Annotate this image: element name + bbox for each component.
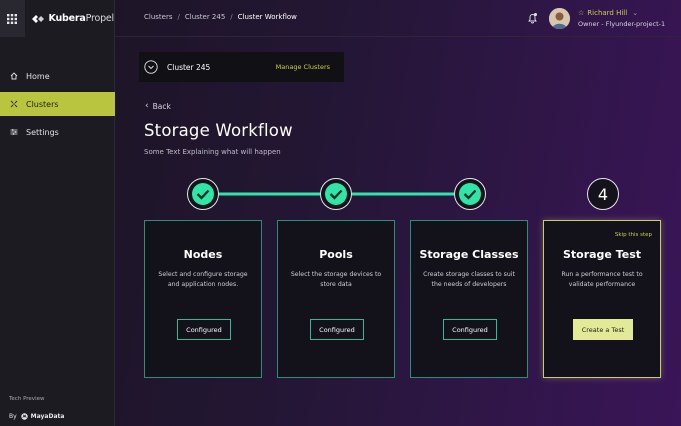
grid-icon — [7, 13, 18, 24]
breadcrumb-separator: / — [230, 13, 233, 21]
breadcrumb-item-cluster[interactable]: Cluster 245 — [185, 13, 225, 21]
clusters-icon — [10, 100, 18, 108]
card-description-line: the needs of developers — [431, 281, 507, 288]
card-title: Pools — [319, 248, 353, 261]
sidebar-item-settings[interactable]: Settings — [0, 120, 115, 144]
breadcrumb: Clusters / Cluster 245 / Cluster Workflo… — [144, 13, 297, 21]
sidebar-nav: Home Clusters Settings — [0, 64, 115, 148]
company-name: MayaData — [30, 413, 65, 420]
user-name-text: Richard Hill — [587, 9, 628, 17]
chevron-left-icon: ‹ — [145, 101, 149, 111]
brand-name-bold: Kubera — [48, 13, 86, 24]
sidebar-item-label: Settings — [26, 127, 59, 137]
page-subtitle: Some Text Explaining what will happen — [144, 148, 281, 156]
configured-button[interactable]: Configured — [443, 319, 497, 340]
sidebar-item-home[interactable]: Home — [0, 64, 115, 88]
card-title: Storage Classes — [419, 248, 519, 261]
skip-step-link[interactable]: Skip this step — [615, 232, 652, 238]
sidebar-item-clusters[interactable]: Clusters — [0, 92, 115, 116]
card-storage-classes: Storage Classes Create storage classes t… — [410, 220, 528, 378]
sidebar-item-label: Clusters — [26, 99, 59, 109]
avatar-image — [549, 8, 570, 29]
powered-by: By MayaData — [9, 413, 64, 420]
create-test-button[interactable]: Create a Test — [573, 319, 633, 340]
cluster-selector[interactable]: Cluster 245 Manage Clusters — [139, 52, 344, 82]
avatar[interactable] — [549, 8, 570, 29]
back-link[interactable]: ‹ Back — [145, 101, 171, 111]
card-description: Run a performance test to validate perfo… — [552, 270, 652, 290]
card-description-line: and application nodes. — [167, 281, 239, 288]
page-title: Storage Workflow — [144, 121, 293, 140]
star-icon: ☆ — [578, 9, 585, 17]
chevron-down-circle-icon[interactable] — [144, 60, 158, 74]
card-nodes: Nodes Select and configure storage and a… — [144, 220, 262, 378]
card-description-line: Run a performance test to — [561, 271, 643, 278]
app-grid-button[interactable] — [0, 0, 25, 37]
step-1-complete — [187, 178, 219, 210]
card-description-line: Select and configure storage — [158, 271, 248, 278]
user-name[interactable]: ☆ Richard Hill ⌄ — [578, 9, 638, 17]
step-2-complete — [320, 178, 352, 210]
card-description: Select and configure storage and applica… — [153, 270, 253, 290]
card-description: Create storage classes to suit the needs… — [419, 270, 519, 290]
step-3-complete — [454, 178, 486, 210]
notification-bell-icon[interactable] — [527, 12, 538, 24]
top-header: Clusters / Cluster 245 / Cluster Workflo… — [115, 0, 681, 37]
card-description: Select the storage devices to store data — [286, 270, 386, 290]
card-description-line: Select the storage devices to — [290, 271, 382, 278]
breadcrumb-item-current: Cluster Workflow — [237, 13, 297, 21]
user-role: Owner - Flyunder-project-1 — [578, 20, 666, 28]
settings-icon — [10, 129, 18, 135]
step-4-current: 4 — [587, 178, 619, 210]
brand-logo[interactable]: KuberaPropel — [31, 13, 115, 24]
by-label: By — [9, 413, 17, 420]
back-label: Back — [152, 101, 171, 111]
card-description-line: validate performance — [568, 281, 636, 288]
configured-button[interactable]: Configured — [177, 319, 231, 340]
breadcrumb-separator: / — [177, 13, 180, 21]
breadcrumb-item-clusters[interactable]: Clusters — [144, 13, 173, 21]
kubera-logo-icon — [31, 14, 44, 23]
tech-preview-label: Tech Preview — [9, 396, 45, 402]
card-title: Storage Test — [562, 248, 642, 261]
cluster-name: Cluster 245 — [167, 62, 211, 72]
home-icon — [10, 72, 18, 80]
brand-name-light: Propel — [85, 13, 115, 24]
manage-clusters-link[interactable]: Manage Clusters — [276, 63, 330, 71]
sidebar-item-label: Home — [26, 71, 50, 81]
card-description-line: Create storage classes to suit — [423, 271, 515, 278]
chevron-down-icon[interactable]: ⌄ — [632, 9, 638, 17]
card-pools: Pools Select the storage devices to stor… — [277, 220, 395, 378]
configured-button[interactable]: Configured — [310, 319, 364, 340]
card-storage-test: Skip this step Storage Test Run a perfor… — [543, 220, 661, 378]
step-4-number: 4 — [598, 185, 608, 204]
sidebar-top: KuberaPropel — [0, 0, 114, 37]
mayadata-logo-icon — [20, 413, 28, 420]
sidebar: KuberaPropel Home Clusters Settings Tech… — [0, 0, 115, 426]
card-title: Nodes — [183, 248, 223, 261]
card-description-line: store data — [320, 281, 352, 288]
